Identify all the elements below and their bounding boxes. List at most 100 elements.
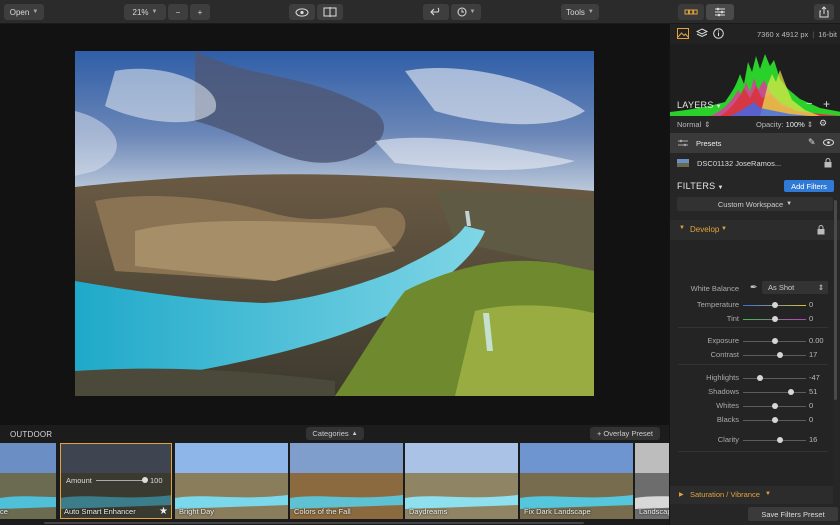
main-photo[interactable] xyxy=(75,51,594,396)
slider-knob[interactable] xyxy=(776,437,783,443)
remove-layer-button[interactable]: − xyxy=(806,98,812,110)
slider-shadows[interactable]: Shadows 51 xyxy=(670,386,833,398)
add-layer-button[interactable]: + xyxy=(823,97,830,111)
preset-thumb-image xyxy=(0,443,56,519)
slider-knob[interactable] xyxy=(771,417,778,423)
brush-icon[interactable]: ✎ xyxy=(808,137,816,148)
slider-label: Highlights xyxy=(706,373,739,382)
expand-triangle-icon[interactable]: ▶ xyxy=(679,491,684,498)
layers-header[interactable]: LAYERS ▼ xyxy=(677,100,722,110)
preset-thumb[interactable]: Colors of the Fall xyxy=(290,443,403,519)
eyedropper-icon[interactable]: ✒ xyxy=(750,282,758,293)
amount-value: 100 xyxy=(150,476,163,485)
panel-scrollbar[interactable] xyxy=(834,200,837,400)
layers-icon[interactable] xyxy=(696,28,708,39)
develop-filter-body: White Balance ✒ As Shot ⇕ Temperature 0 Tin… xyxy=(670,240,833,494)
slider-highlights[interactable]: Highlights -47 xyxy=(670,372,833,384)
white-balance-label: White Balance xyxy=(690,284,739,293)
image-icon[interactable] xyxy=(677,28,689,39)
slider-label: Tint xyxy=(726,314,739,323)
chevron-up-icon: ▲ xyxy=(351,430,358,437)
adjustments-view-button[interactable] xyxy=(706,4,734,20)
slider-clarity[interactable]: Clarity 16 xyxy=(670,434,833,446)
filmstrip-scrollbar[interactable] xyxy=(44,522,584,524)
history-button[interactable]: ▼ xyxy=(451,4,481,20)
slider-exposure[interactable]: Exposure 0.00 xyxy=(670,335,833,347)
plus-icon: + xyxy=(197,7,203,17)
slider-blacks[interactable]: Blacks 0 xyxy=(670,414,833,426)
chevron-updown-icon: ⇕ xyxy=(704,120,711,129)
slider-label: Shadows xyxy=(708,387,739,396)
saturation-filter-header[interactable]: ▶ Saturation / Vibrance ▼ xyxy=(670,486,833,504)
slider-knob[interactable] xyxy=(771,316,778,322)
add-filters-label: Add Filters xyxy=(791,181,827,191)
overlay-label: + Overlay Preset xyxy=(596,429,654,438)
slider-track[interactable] xyxy=(743,378,806,379)
zoom-select[interactable]: 21% ▼ xyxy=(124,4,166,20)
info-icon[interactable] xyxy=(713,28,724,39)
slider-label: Exposure xyxy=(707,336,739,345)
slider-track[interactable] xyxy=(743,440,806,441)
zoom-out-button[interactable]: − xyxy=(168,4,188,20)
slider-temperature[interactable]: Temperature 0 xyxy=(670,299,833,311)
preset-thumb[interactable]: Daydreams xyxy=(405,443,518,519)
slider-track[interactable] xyxy=(743,392,806,393)
slider-label: Temperature xyxy=(696,300,739,309)
slider-knob[interactable] xyxy=(756,375,763,381)
preset-thumb[interactable]: Bright Day xyxy=(175,443,288,519)
amount-track xyxy=(96,480,144,481)
zoom-in-button[interactable]: + xyxy=(190,4,210,20)
slider-whites[interactable]: Whites 0 xyxy=(670,400,833,412)
opacity-control[interactable]: Opacity: 100% ⇕ xyxy=(756,120,813,129)
undo-button[interactable] xyxy=(423,4,449,20)
slider-label: Contrast xyxy=(710,350,739,359)
preview-button[interactable] xyxy=(289,4,315,20)
overlay-preset-button[interactable]: + Overlay Preset xyxy=(590,427,660,440)
slider-label: Clarity xyxy=(717,435,739,444)
lock-icon[interactable] xyxy=(817,225,825,235)
compare-button[interactable] xyxy=(317,4,343,20)
workspace-value: Custom Workspace xyxy=(717,199,784,209)
layer-row-image[interactable]: DSC01132 JoseRamos... xyxy=(670,153,840,173)
slider-knob[interactable] xyxy=(787,389,794,395)
open-button[interactable]: Open ▼ xyxy=(4,4,44,20)
preset-name: Landscap xyxy=(639,507,669,516)
tools-button[interactable]: Tools ▼ xyxy=(561,4,599,20)
chevron-down-icon: ▼ xyxy=(721,226,727,232)
filters-header[interactable]: FILTERS ▼ xyxy=(677,181,724,191)
preset-thumb[interactable]: ce xyxy=(0,443,56,519)
share-button[interactable] xyxy=(814,4,834,20)
amount-knob[interactable] xyxy=(142,477,148,483)
eye-icon[interactable] xyxy=(823,139,834,146)
lock-icon xyxy=(824,158,832,168)
chevron-down-icon: ▼ xyxy=(469,9,476,15)
gear-icon[interactable]: ⚙ xyxy=(819,118,827,129)
open-label: Open xyxy=(9,7,30,17)
slider-knob[interactable] xyxy=(771,338,778,344)
preset-thumb-selected[interactable]: Amount 100 Auto Smart Enhancer ★ xyxy=(60,443,172,519)
categories-button[interactable]: Categories ▲ xyxy=(306,427,364,440)
preset-thumb[interactable]: Fix Dark Landscape xyxy=(520,443,633,519)
slider-contrast[interactable]: Contrast 17 xyxy=(670,349,833,361)
develop-filter-header[interactable]: ▼ Develop ▼ xyxy=(670,220,840,240)
layer-row-presets[interactable]: Presets ✎ xyxy=(670,133,840,153)
workspace-select[interactable]: Custom Workspace ▼ xyxy=(677,197,833,211)
white-balance-row: White Balance ✒ As Shot ⇕ xyxy=(670,281,833,295)
chevron-down-icon: ▼ xyxy=(715,104,722,110)
slider-track[interactable] xyxy=(743,355,806,356)
image-canvas[interactable] xyxy=(0,24,669,425)
browser-view-button[interactable] xyxy=(678,4,704,20)
add-filters-button[interactable]: Add Filters xyxy=(784,180,834,192)
blend-mode-select[interactable]: Normal ⇕ xyxy=(677,120,710,129)
divider xyxy=(678,451,828,452)
slider-knob[interactable] xyxy=(771,302,778,308)
slider-knob[interactable] xyxy=(771,403,778,409)
white-balance-select[interactable]: As Shot ⇕ xyxy=(762,281,828,294)
preset-thumb[interactable]: Landscap xyxy=(635,443,669,519)
amount-slider[interactable]: Amount 100 xyxy=(66,476,166,485)
slider-tint[interactable]: Tint 0 xyxy=(670,313,833,325)
collapse-triangle-icon[interactable]: ▼ xyxy=(679,225,685,231)
star-icon[interactable]: ★ xyxy=(159,506,168,517)
slider-knob[interactable] xyxy=(776,352,783,358)
save-filters-preset-button[interactable]: Save Filters Preset xyxy=(748,507,838,521)
